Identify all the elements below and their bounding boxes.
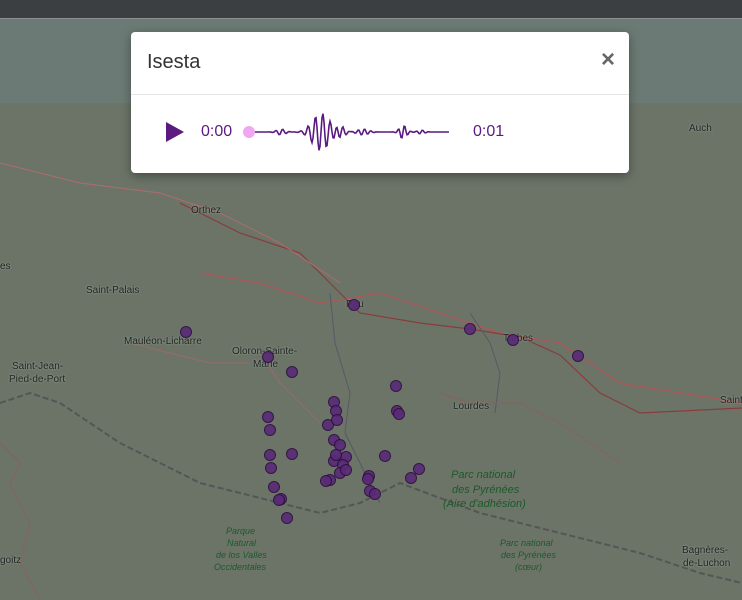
map-marker[interactable] — [262, 351, 274, 363]
audio-player: 0:00 0:01 — [131, 95, 629, 173]
total-time: 0:01 — [473, 123, 505, 140]
map-label-parque-line2: Natural — [227, 538, 257, 548]
current-time: 0:00 — [201, 123, 233, 140]
map-label-parc-national-line3: (Aire d'adhésion) — [443, 498, 526, 510]
map-label-orthez: Orthez — [191, 205, 222, 216]
map-label-mauleon: Mauléon-Licharre — [124, 336, 202, 347]
map-marker[interactable] — [180, 326, 192, 338]
map-label-saint-jean-line2: Pied-de-Port — [9, 374, 66, 385]
map-label-parque-line1: Parque — [226, 526, 256, 536]
map-label-saint-palais: Saint-Palais — [86, 285, 140, 296]
map-marker[interactable] — [330, 449, 342, 461]
map-marker[interactable] — [507, 334, 519, 346]
map-label-es: es — [0, 261, 11, 272]
map-view[interactable]: Auch Orthez Saint-Palais Mauléon-Licharr… — [0, 103, 742, 600]
map-marker[interactable] — [264, 424, 276, 436]
map-marker[interactable] — [320, 475, 332, 487]
map-marker[interactable] — [262, 411, 274, 423]
map-marker[interactable] — [286, 448, 298, 460]
map-marker[interactable] — [405, 472, 417, 484]
map-marker[interactable] — [572, 350, 584, 362]
map-label-saint-right: Saint — [720, 395, 742, 406]
map-marker[interactable] — [379, 450, 391, 462]
map-label-goitz: goitz — [0, 555, 22, 566]
map-marker[interactable] — [390, 380, 402, 392]
audio-modal: Isesta × 0:00 0:01 — [131, 32, 629, 173]
map-label-parque-line3: de los Valles — [216, 550, 267, 560]
map-marker[interactable] — [273, 494, 285, 506]
map-label-lourdes: Lourdes — [453, 401, 490, 412]
map-marker[interactable] — [369, 488, 381, 500]
map-marker[interactable] — [340, 464, 352, 476]
map-label-saint-jean-line1: Saint-Jean- — [12, 361, 64, 372]
close-button[interactable]: × — [601, 48, 615, 72]
map-marker[interactable] — [268, 481, 280, 493]
map-marker[interactable] — [264, 449, 276, 461]
map-marker[interactable] — [393, 408, 405, 420]
seek-handle[interactable] — [243, 126, 255, 138]
modal-header: Isesta × — [131, 32, 629, 95]
play-icon[interactable] — [164, 121, 186, 143]
waveform-seekbar[interactable] — [243, 103, 455, 161]
map-marker[interactable] — [362, 473, 374, 485]
map-label-parque-line4: Occidentales — [214, 562, 267, 572]
map-label-coeur-line3: (cœur) — [515, 562, 542, 572]
map-marker[interactable] — [265, 462, 277, 474]
map-marker[interactable] — [348, 299, 360, 311]
map-marker[interactable] — [464, 323, 476, 335]
map-marker[interactable] — [281, 512, 293, 524]
map-marker[interactable] — [286, 366, 298, 378]
map-label-parc-national-line2: des Pyrénées — [452, 484, 520, 496]
map-label-parc-national-line1: Parc national — [451, 469, 516, 481]
map-label-coeur-line1: Parc national — [500, 538, 553, 548]
modal-title: Isesta — [147, 51, 201, 73]
top-navbar — [0, 0, 742, 19]
map-label-bagneres-line1: Bagnères- — [682, 545, 729, 556]
map-label-auch: Auch — [689, 123, 712, 134]
map-tiles — [0, 103, 742, 600]
map-marker[interactable] — [331, 414, 343, 426]
map-label-coeur-line2: des Pyrénées — [501, 550, 557, 560]
map-label-bagneres-line2: de-Luchon — [683, 558, 731, 569]
